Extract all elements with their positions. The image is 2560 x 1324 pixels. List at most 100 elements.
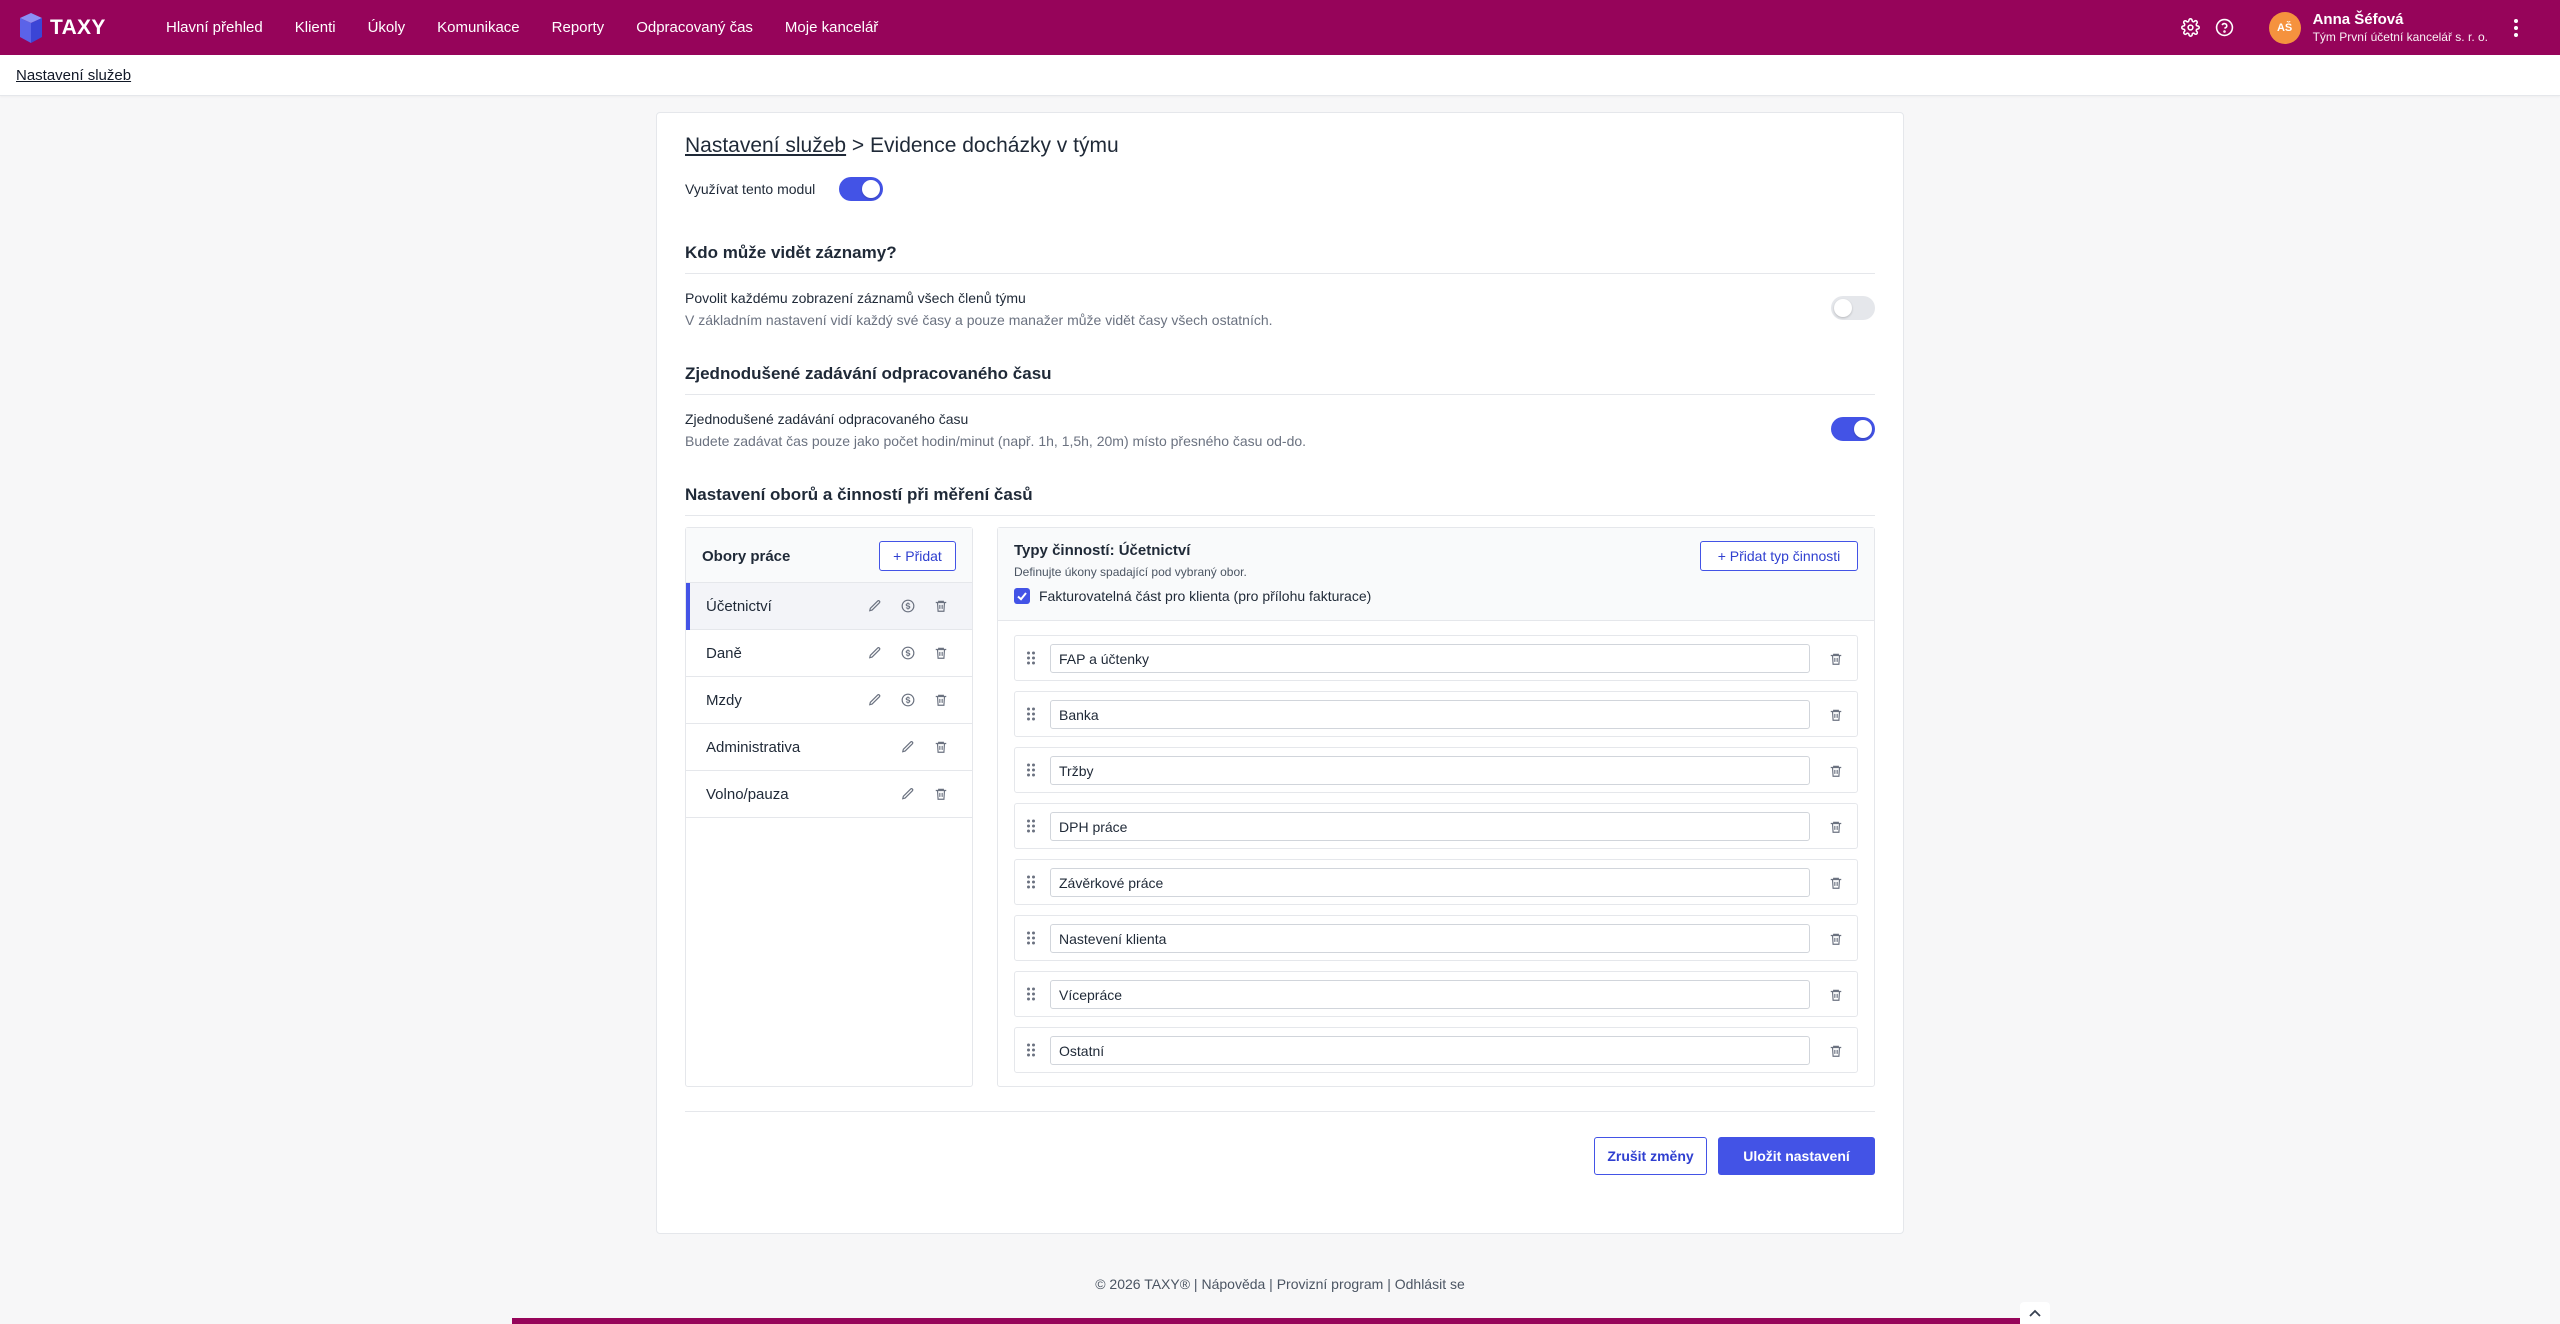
drag-handle-icon[interactable] [1026,762,1036,778]
edit-pencil-icon[interactable] [866,644,884,662]
title-separator: > [846,134,871,157]
drag-handle-icon[interactable] [1026,650,1036,666]
user-name: Anna Šéfová [2312,10,2404,28]
work-field-name: Účetnictví [706,597,772,615]
nav-item-worked-time[interactable]: Odpracovaný čas [636,19,753,36]
nav-item-dashboard[interactable]: Hlavní přehled [166,19,263,36]
breadcrumb-link-service-settings[interactable]: Nastavení služeb [16,67,131,84]
simplified-toggle[interactable] [1831,417,1875,441]
billable-checkbox-row: Fakturovatelná část pro klienta (pro pří… [1014,588,1371,604]
activity-types-header: Typy činností: Účetnictví Definujte úkon… [998,528,1874,621]
work-field-item[interactable]: Volno/pauza [686,771,972,818]
delete-trash-icon[interactable] [1827,1042,1845,1060]
cancel-button[interactable]: Zrušit změny [1594,1137,1707,1175]
activity-type-row [1014,1027,1858,1073]
activity-type-input[interactable] [1050,644,1810,673]
visibility-toggle[interactable] [1831,296,1875,320]
delete-trash-icon[interactable] [1827,986,1845,1004]
checkmark-icon [1017,592,1027,601]
work-fields-panel: Obory práce + Přidat Účetnictví Daně Mzdy A… [685,527,973,1087]
simplified-setting-title: Zjednodušené zadávání odpracovaného času [685,411,969,427]
footer-separator: | [1383,1276,1395,1292]
activity-type-input[interactable] [1050,924,1810,953]
divider [685,394,1875,395]
module-toggle[interactable] [839,177,884,201]
divider [685,273,1875,274]
delete-trash-icon[interactable] [932,738,950,756]
page-title: Nastavení služeb > Evidence docházky v t… [685,134,1119,158]
activity-type-input[interactable] [1050,868,1810,897]
billing-rate-coin-icon[interactable] [899,691,917,709]
delete-trash-icon[interactable] [932,644,950,662]
title-text: Evidence docházky v týmu [870,134,1119,157]
drag-handle-icon[interactable] [1026,818,1036,834]
delete-trash-icon[interactable] [932,785,950,803]
billing-rate-coin-icon[interactable] [899,644,917,662]
drag-handle-icon[interactable] [1026,986,1036,1002]
drag-handle-icon[interactable] [1026,930,1036,946]
user-menu[interactable]: Anna Šéfová Tým První účetní kancelář s.… [2313,11,2488,45]
activity-type-input[interactable] [1050,980,1810,1009]
activity-type-row [1014,803,1858,849]
edit-pencil-icon[interactable] [899,785,917,803]
user-org: Tým První účetní kancelář s. r. o. [2312,29,2488,44]
title-breadcrumb-link[interactable]: Nastavení služeb [685,134,846,157]
delete-trash-icon[interactable] [1827,818,1845,836]
delete-trash-icon[interactable] [932,597,950,615]
activity-type-row [1014,635,1858,681]
billable-checkbox[interactable] [1014,588,1030,604]
work-field-item[interactable]: Účetnictví [686,583,972,630]
more-menu-icon[interactable] [2506,17,2526,38]
main-nav: Hlavní přehled Klienti Úkoly Komunikace … [166,19,910,36]
simplified-setting-desc: Budete zadávat čas pouze jako počet hodi… [685,433,1307,449]
delete-trash-icon[interactable] [1827,874,1845,892]
help-icon[interactable] [2215,18,2235,38]
edit-pencil-icon[interactable] [899,738,917,756]
add-work-field-button[interactable]: + Přidat [879,541,956,571]
activity-type-input[interactable] [1050,1036,1810,1065]
page-footer: © 2026 TAXY® | Nápověda | Provizní progr… [0,1276,2560,1292]
delete-trash-icon[interactable] [1827,650,1845,668]
drag-handle-icon[interactable] [1026,706,1036,722]
delete-trash-icon[interactable] [1827,762,1845,780]
activity-type-input[interactable] [1050,812,1810,841]
activity-type-row [1014,915,1858,961]
work-field-item[interactable]: Mzdy [686,677,972,724]
logo[interactable]: TAXY [18,12,130,44]
delete-trash-icon[interactable] [1827,706,1845,724]
drag-handle-icon[interactable] [1026,1042,1036,1058]
work-field-item[interactable]: Daně [686,630,972,677]
brand-name: TAXY [50,15,106,39]
avatar[interactable]: AŠ [2268,11,2301,44]
footer-link-affiliate[interactable]: Provizní program [1277,1276,1384,1292]
bottom-accent-strip [512,1318,2022,1324]
delete-trash-icon[interactable] [932,691,950,709]
visibility-setting-title: Povolit každému zobrazení záznamů všech … [685,290,1026,306]
save-button[interactable]: Uložit nastavení [1718,1137,1875,1175]
nav-item-my-office[interactable]: Moje kancelář [785,19,878,36]
nav-item-clients[interactable]: Klienti [295,19,336,36]
delete-trash-icon[interactable] [1827,930,1845,948]
edit-pencil-icon[interactable] [866,691,884,709]
activity-type-input[interactable] [1050,756,1810,785]
divider [685,1111,1875,1112]
visibility-setting-desc: V základním nastavení vidí každý své čas… [685,312,1273,328]
work-field-name: Administrativa [706,738,801,756]
nav-item-tasks[interactable]: Úkoly [368,19,406,36]
work-field-item[interactable]: Administrativa [686,724,972,771]
add-activity-type-button[interactable]: + Přidat typ činnosti [1700,541,1858,571]
footer-link-logout[interactable]: Odhlásit se [1395,1276,1465,1292]
nav-item-communication[interactable]: Komunikace [437,19,520,36]
footer-separator: | [1190,1276,1202,1292]
scroll-top-chevron-up-icon[interactable] [2020,1302,2050,1324]
activity-type-row [1014,691,1858,737]
drag-handle-icon[interactable] [1026,874,1036,890]
edit-pencil-icon[interactable] [866,597,884,615]
footer-link-help[interactable]: Nápověda [1201,1276,1265,1292]
billing-rate-coin-icon[interactable] [899,597,917,615]
activity-types-subtitle: Definujte úkony spadající pod vybraný ob… [1014,565,1247,579]
activity-type-input[interactable] [1050,700,1810,729]
top-navbar: TAXY Hlavní přehled Klienti Úkoly Komuni… [0,0,2560,55]
gear-icon[interactable] [2181,18,2201,38]
nav-item-reports[interactable]: Reporty [552,19,605,36]
